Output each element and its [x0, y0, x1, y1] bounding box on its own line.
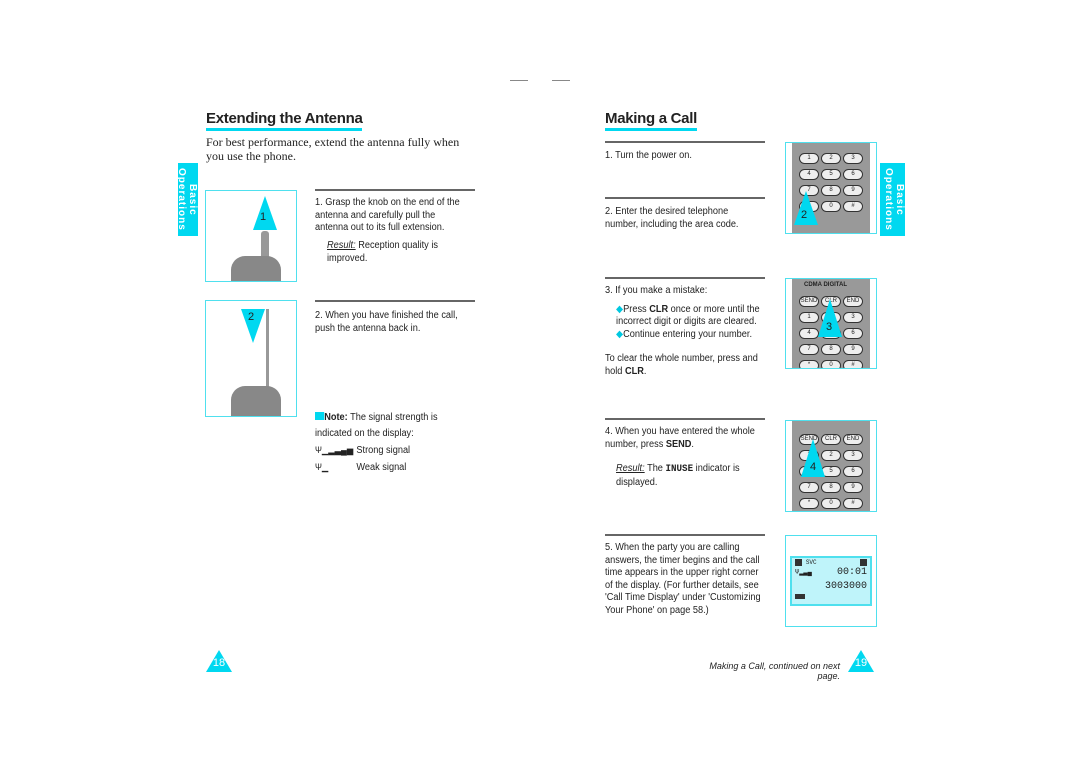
page-number-right: 19 — [854, 657, 868, 669]
step-3-text: 3. If you make a mistake: ◆Press CLR onc… — [605, 285, 760, 377]
divider — [315, 189, 475, 191]
battery-icon — [795, 594, 805, 599]
keypad-figure-4: SEND CLR END 1 2 3 4 5 6 7 8 9 * 0 # 4 — [785, 420, 877, 512]
step-2-text: 2. When you have finished the call, push… — [315, 310, 458, 334]
crop-mark — [552, 80, 570, 81]
antenna-extend-figure: 1 — [205, 190, 297, 282]
note: Note: The signal strength is indicated o… — [315, 412, 438, 473]
strong-signal-icon: Ψ▁▂▃▄▅ — [315, 445, 354, 455]
intro-text: For best performance, extend the antenna… — [206, 135, 460, 163]
divider — [605, 141, 765, 143]
divider — [605, 418, 765, 420]
step-1-result: Result: Reception quality is improved. — [327, 240, 438, 264]
keypad-figure-2: 1 2 3 4 5 6 7 8 9 * 0 # 2 — [785, 142, 877, 234]
divider — [605, 534, 765, 536]
step-5-text: 5. When the party you are calling answer… — [605, 542, 761, 616]
continued-note: Making a Call, continued on next page. — [709, 661, 840, 681]
page-title-right: Making a Call — [605, 110, 697, 131]
page-title-left: Extending the Antenna — [206, 110, 363, 131]
crop-mark — [510, 80, 528, 81]
step-1-text: 1. Turn the power on. — [605, 150, 692, 161]
step-4-text: 4. When you have entered the whole numbe… — [605, 426, 755, 488]
section-tab-right: Basic Operations — [880, 163, 905, 236]
display-figure: IN SVC RM Ψ▂▃▄ 00:01 3003000 — [785, 535, 877, 627]
note-icon — [315, 412, 325, 420]
section-tab-left: Basic Operations — [176, 163, 198, 236]
page-number-left: 18 — [212, 657, 226, 669]
phone-display: IN SVC RM Ψ▂▃▄ 00:01 3003000 — [790, 556, 872, 606]
keypad-figure-3: CDMA DIGITAL SEND CLR END 1 2 3 4 5 6 7 8 9 * 0 # 3 — [785, 278, 877, 369]
divider — [605, 197, 765, 199]
divider — [605, 277, 765, 279]
step-2-text: 2. Enter the desired telephone number, i… — [605, 206, 739, 230]
antenna-retract-figure: 2 — [205, 300, 297, 417]
signal-icon: Ψ▂▃▄ — [795, 569, 812, 577]
weak-signal-icon: Ψ▁ — [315, 462, 329, 472]
step-1-text: 1. Grasp the knob on the end of the ante… — [315, 197, 460, 233]
divider — [315, 300, 475, 302]
